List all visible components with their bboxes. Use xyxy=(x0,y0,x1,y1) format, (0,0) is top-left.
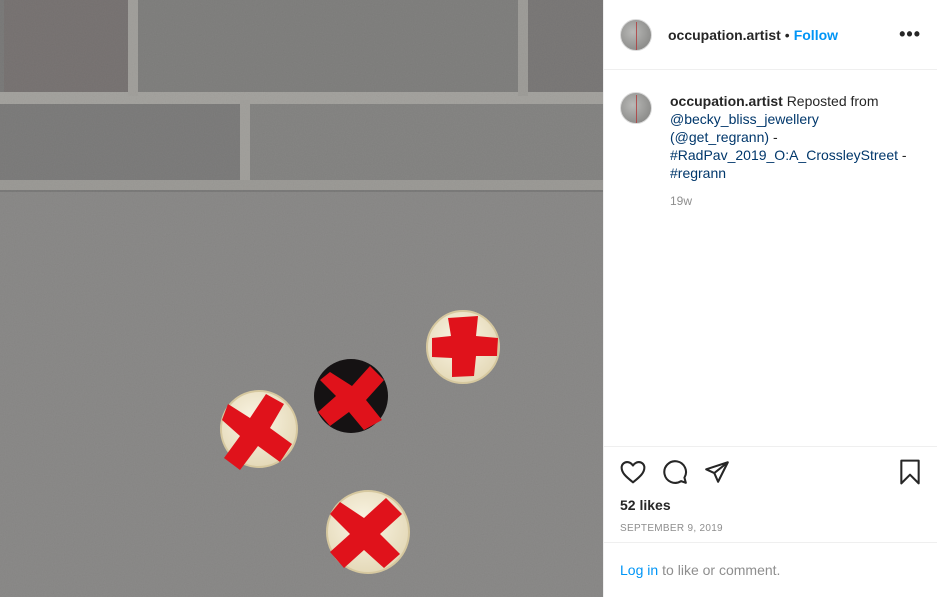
caption: occupation.artist Reposted from @becky_b… xyxy=(620,92,921,182)
post-header: occupation.artist • Follow ••• xyxy=(604,0,937,70)
badge-center-black xyxy=(314,359,388,433)
share-icon[interactable] xyxy=(704,460,730,484)
mention-link-2[interactable]: (@get_regrann) xyxy=(670,129,769,145)
mention-link[interactable]: @becky_bliss_jewellery xyxy=(670,111,819,127)
post-side-panel: occupation.artist • Follow ••• occupatio… xyxy=(603,0,937,597)
login-text: to like or comment. xyxy=(662,562,781,578)
comments-area: occupation.artist Reposted from @becky_b… xyxy=(604,70,937,446)
heart-icon[interactable] xyxy=(620,460,646,484)
photo-art xyxy=(0,0,603,597)
login-link[interactable]: Log in xyxy=(620,562,658,578)
badge-bottom xyxy=(326,490,410,574)
comment-icon[interactable] xyxy=(662,459,688,485)
hashtag-link[interactable]: #RadPav_2019_O:A_CrossleyStreet xyxy=(670,147,898,163)
caption-repost-text: Reposted from xyxy=(786,93,879,109)
likes-count[interactable]: 52 likes xyxy=(620,497,921,513)
caption-text: occupation.artist Reposted from @becky_b… xyxy=(670,92,921,182)
post-date[interactable]: September 9, 2019 xyxy=(620,523,921,534)
caption-time[interactable]: 19w xyxy=(670,194,921,208)
caption-username[interactable]: occupation.artist xyxy=(670,93,783,109)
login-prompt: Log in to like or comment. xyxy=(604,542,937,597)
follow-button[interactable]: Follow xyxy=(794,27,838,43)
post-actions: 52 likes September 9, 2019 xyxy=(604,446,937,542)
caption-avatar[interactable] xyxy=(620,92,652,124)
caption-dash-2: - xyxy=(901,147,907,163)
action-icons xyxy=(620,457,921,487)
more-options-icon[interactable]: ••• xyxy=(899,24,921,45)
badge-top-right xyxy=(426,310,500,384)
bookmark-icon[interactable] xyxy=(899,459,921,485)
avatar[interactable] xyxy=(620,18,652,51)
instagram-post: occupation.artist • Follow ••• occupatio… xyxy=(0,0,937,597)
hashtag-link-2[interactable]: #regrann xyxy=(670,165,726,181)
post-photo[interactable] xyxy=(0,0,603,597)
caption-dash: - xyxy=(772,129,778,145)
header-username[interactable]: occupation.artist xyxy=(668,27,781,43)
separator-dot: • xyxy=(784,26,790,43)
